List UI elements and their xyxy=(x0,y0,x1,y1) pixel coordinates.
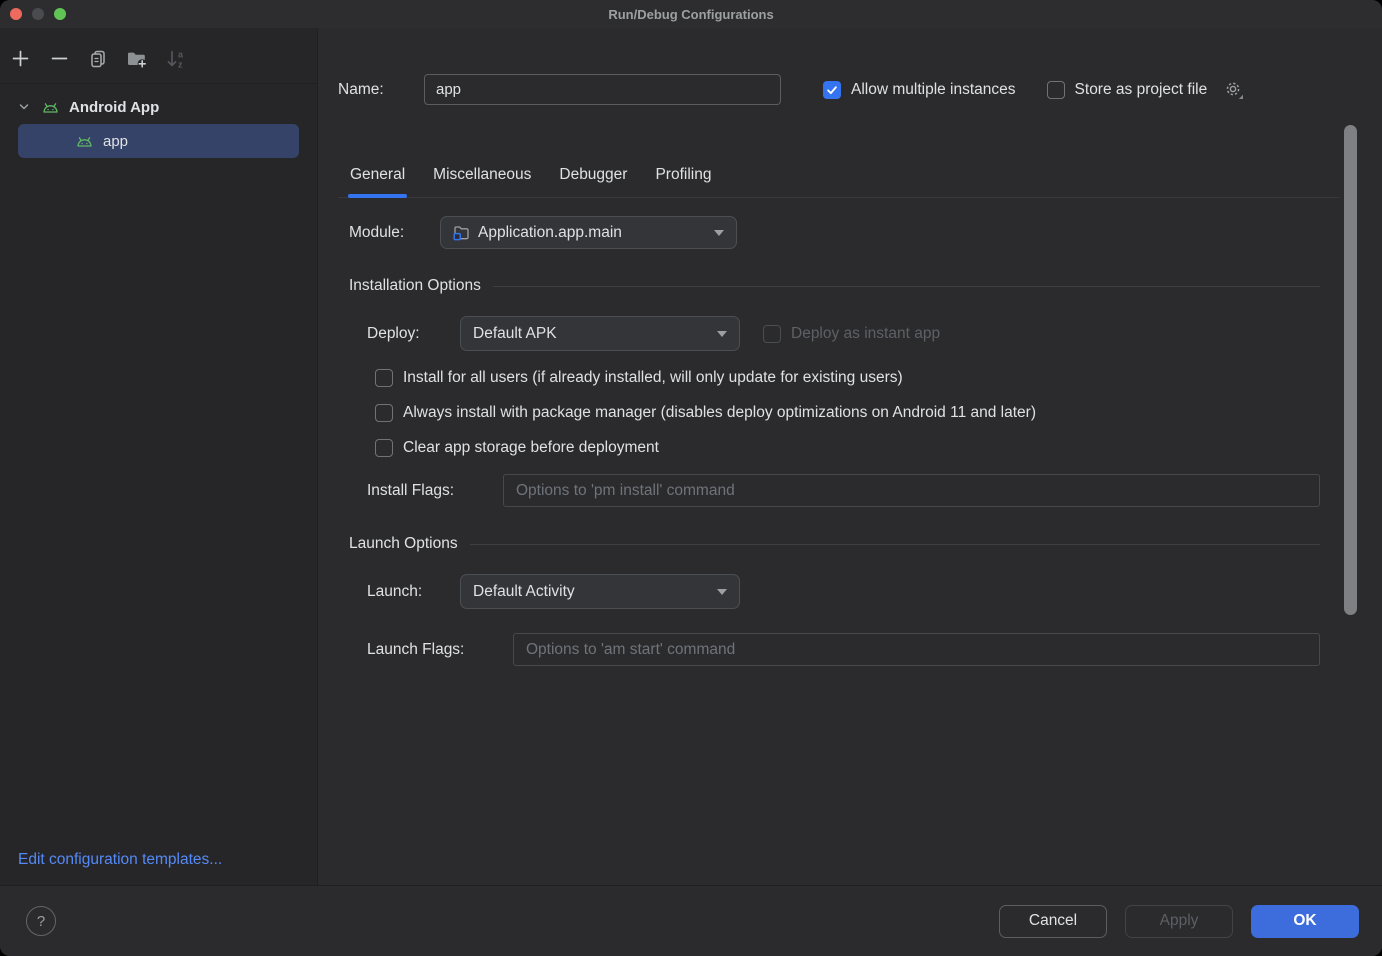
svg-text:a: a xyxy=(178,49,184,59)
tab-general[interactable]: General xyxy=(350,152,405,197)
deploy-instant-app-label: Deploy as instant app xyxy=(791,325,940,343)
module-icon xyxy=(453,224,470,241)
vertical-scrollbar-thumb[interactable] xyxy=(1344,125,1357,615)
always-install-package-manager-checkbox[interactable] xyxy=(375,404,393,422)
dropdown-caret-icon xyxy=(717,331,727,337)
help-button[interactable]: ? xyxy=(26,906,56,936)
zoom-window-button[interactable] xyxy=(54,8,66,20)
module-dropdown[interactable]: Application.app.main xyxy=(440,216,737,249)
section-divider xyxy=(470,544,1320,545)
minimize-window-button[interactable] xyxy=(32,8,44,20)
launch-value: Default Activity xyxy=(473,583,575,601)
allow-multiple-instances-label: Allow multiple instances xyxy=(851,81,1016,99)
launch-flags-label: Launch Flags: xyxy=(367,641,513,659)
deploy-value: Default APK xyxy=(473,325,557,343)
android-icon xyxy=(41,99,60,115)
deploy-instant-app-checkbox xyxy=(763,325,781,343)
copy-icon[interactable] xyxy=(86,47,110,71)
module-row: Module: Application.app.main xyxy=(349,216,737,249)
tab-miscellaneous[interactable]: Miscellaneous xyxy=(433,152,531,197)
configuration-tree: Android App app xyxy=(0,84,317,158)
close-window-button[interactable] xyxy=(10,8,22,20)
allow-multiple-instances-checkbox[interactable] xyxy=(823,81,841,99)
installation-options-section: Installation Options xyxy=(349,276,1320,296)
install-flags-label: Install Flags: xyxy=(367,482,503,500)
sidebar-toolbar: a z xyxy=(0,28,317,84)
launch-label: Launch: xyxy=(367,583,460,601)
launch-options-section: Launch Options xyxy=(349,534,1320,554)
tree-group-android-app[interactable]: Android App xyxy=(0,92,317,122)
store-as-project-file-label: Store as project file xyxy=(1075,81,1208,99)
install-for-all-users-label: Install for all users (if already instal… xyxy=(403,369,903,387)
deploy-row: Deploy: Default APK Deploy as instant ap… xyxy=(367,316,940,351)
deploy-dropdown[interactable]: Default APK xyxy=(460,316,740,351)
launch-flags-row: Launch Flags: xyxy=(367,632,1320,667)
clear-app-storage-checkbox[interactable] xyxy=(375,439,393,457)
name-input[interactable] xyxy=(424,74,781,105)
apply-button: Apply xyxy=(1125,905,1233,938)
section-divider xyxy=(493,286,1320,287)
launch-flags-input[interactable] xyxy=(513,633,1320,666)
tab-bar: General Miscellaneous Debugger Profiling xyxy=(338,152,1340,198)
edit-configuration-templates-link[interactable]: Edit configuration templates... xyxy=(18,851,222,869)
install-flags-input[interactable] xyxy=(503,474,1320,507)
traffic-lights xyxy=(10,8,66,20)
remove-icon[interactable] xyxy=(47,47,71,71)
configurations-sidebar: a z xyxy=(0,28,318,885)
window-title: Run/Debug Configurations xyxy=(608,7,773,22)
dropdown-caret-icon xyxy=(714,230,724,236)
module-value: Application.app.main xyxy=(478,224,622,242)
ok-button[interactable]: OK xyxy=(1251,905,1359,938)
run-debug-configurations-dialog: Run/Debug Configurations xyxy=(0,0,1382,956)
store-as-project-file-option: Store as project file xyxy=(1047,79,1245,100)
dropdown-caret-icon xyxy=(717,589,727,595)
clear-app-storage-label: Clear app storage before deployment xyxy=(403,439,659,457)
android-icon xyxy=(75,133,94,149)
install-for-all-users-checkbox[interactable] xyxy=(375,369,393,387)
configuration-editor-panel: Name: Allow multiple instances Store as … xyxy=(318,28,1382,885)
deploy-label: Deploy: xyxy=(367,325,460,343)
cancel-button[interactable]: Cancel xyxy=(999,905,1107,938)
store-as-project-file-checkbox[interactable] xyxy=(1047,81,1065,99)
launch-row: Launch: Default Activity xyxy=(367,574,740,609)
launch-dropdown[interactable]: Default Activity xyxy=(460,574,740,609)
always-install-package-manager-label: Always install with package manager (dis… xyxy=(403,404,1036,422)
dialog-footer: ? Cancel Apply OK xyxy=(0,885,1382,956)
name-row: Name: Allow multiple instances Store as … xyxy=(338,73,1244,106)
name-label: Name: xyxy=(338,81,424,99)
always-install-package-manager-option: Always install with package manager (dis… xyxy=(375,404,1036,422)
module-label: Module: xyxy=(349,224,440,242)
new-folder-icon[interactable] xyxy=(125,47,149,71)
install-flags-row: Install Flags: xyxy=(367,473,1320,508)
tree-group-label: Android App xyxy=(69,99,159,116)
gear-icon[interactable] xyxy=(1223,79,1244,100)
checkmark-icon xyxy=(825,83,839,97)
svg-text:z: z xyxy=(178,59,183,69)
installation-options-title: Installation Options xyxy=(349,277,481,295)
tree-item-app-selected[interactable]: app xyxy=(18,124,299,158)
tab-profiling[interactable]: Profiling xyxy=(655,152,711,197)
clear-app-storage-option: Clear app storage before deployment xyxy=(375,439,659,457)
tab-debugger[interactable]: Debugger xyxy=(559,152,627,197)
chevron-down-icon[interactable] xyxy=(16,99,32,115)
add-icon[interactable] xyxy=(8,47,32,71)
allow-multiple-instances-option: Allow multiple instances xyxy=(823,81,1016,99)
launch-options-title: Launch Options xyxy=(349,535,458,553)
tree-item-label: app xyxy=(103,133,128,150)
titlebar: Run/Debug Configurations xyxy=(0,0,1382,28)
install-for-all-users-option: Install for all users (if already instal… xyxy=(375,369,903,387)
sort-alpha-icon[interactable]: a z xyxy=(164,47,188,71)
deploy-instant-app-option: Deploy as instant app xyxy=(763,325,940,343)
help-icon: ? xyxy=(37,913,45,930)
